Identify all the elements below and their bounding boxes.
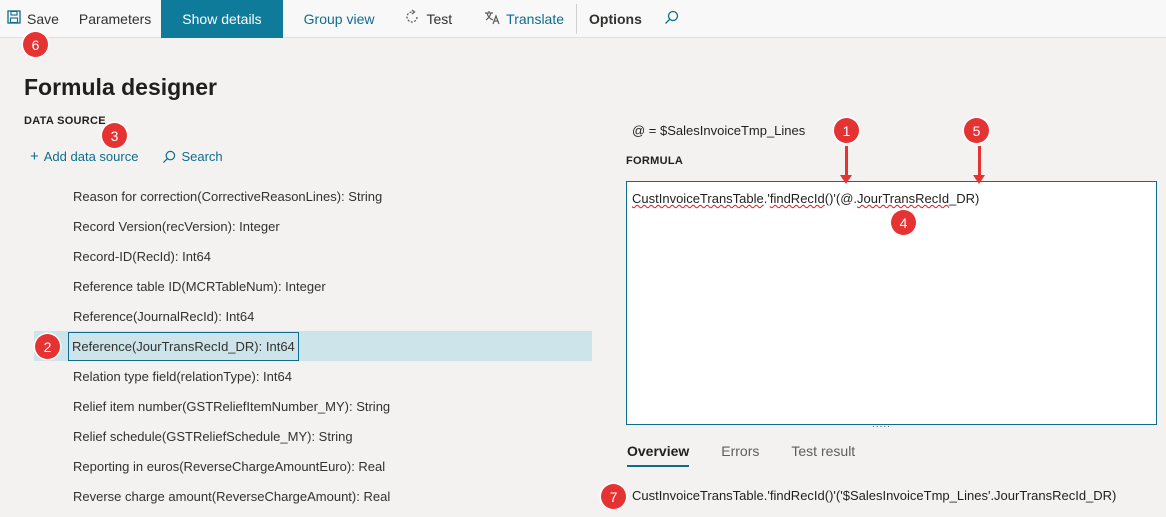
formula-context: @ = $SalesInvoiceTmp_Lines — [632, 123, 806, 138]
callout-marker: 4 — [891, 210, 916, 235]
test-button[interactable]: Test — [390, 0, 470, 38]
list-item[interactable]: Relief schedule(GSTReliefSchedule_MY): S… — [34, 421, 592, 451]
list-item-label: Reporting in euros(ReverseChargeAmountEu… — [73, 458, 386, 474]
formula-token: ()' — [824, 191, 836, 206]
formula-token: findRecId — [769, 191, 825, 206]
formula-token: CustInvoiceTransTable — [632, 191, 764, 206]
callout-marker: 7 — [601, 484, 626, 509]
data-source-search-button[interactable]: Search — [162, 148, 223, 165]
data-source-search-label: Search — [181, 149, 223, 164]
formula-header: FORMULA — [626, 155, 684, 167]
plus-icon: + — [30, 148, 39, 165]
overview-expression: CustInvoiceTransTable.'findRecId()'('$Sa… — [632, 488, 1117, 503]
list-item[interactable]: Record Version(recVersion): Integer — [34, 211, 592, 241]
list-item[interactable]: Reason for correction(CorrectiveReasonLi… — [34, 181, 592, 211]
callout-arrowhead — [840, 175, 852, 184]
formula-token: (@. — [835, 191, 858, 206]
data-source-header: DATA SOURCE — [24, 115, 106, 127]
refresh-icon — [404, 9, 420, 28]
options-button[interactable]: Options — [579, 0, 652, 38]
page-title: Formula designer — [24, 74, 217, 100]
list-item-label: Relation type field(relationType): Int64 — [73, 368, 292, 384]
callout-marker: 3 — [102, 123, 127, 148]
callout-marker: 6 — [23, 32, 48, 57]
list-item[interactable]: Reference table ID(MCRTableNum): Integer — [34, 271, 592, 301]
list-item-label: Record-ID(RecId): Int64 — [73, 248, 211, 264]
result-tabs: Overview Errors Test result — [627, 443, 855, 467]
translate-button[interactable]: Translate — [470, 0, 574, 38]
list-item[interactable]: Record-ID(RecId): Int64 — [34, 241, 592, 271]
parameters-label: Parameters — [78, 10, 152, 27]
callout-marker: 1 — [834, 118, 859, 143]
add-data-source-label: Add data source — [43, 149, 139, 164]
list-item-label: Record Version(recVersion): Integer — [73, 218, 280, 234]
callout-arrow — [978, 146, 981, 176]
test-label: Test — [426, 10, 453, 27]
list-item-label: Reference table ID(MCRTableNum): Integer — [73, 278, 326, 294]
show-details-button[interactable]: Show details — [161, 0, 283, 38]
callout-arrowhead — [973, 175, 985, 184]
add-data-source-button[interactable]: + Add data source — [30, 148, 138, 165]
callout-arrow — [845, 146, 848, 176]
formula-token: _DR) — [949, 191, 980, 206]
list-item[interactable]: Relief item number(GSTReliefItemNumber_M… — [34, 391, 592, 421]
list-item[interactable]: Reference(JournalRecId): Int64 — [34, 301, 592, 331]
list-item[interactable]: Relation type field(relationType): Int64 — [34, 361, 592, 391]
data-source-tree: Reason for correction(CorrectiveReasonLi… — [34, 181, 592, 511]
translate-icon — [484, 9, 500, 28]
save-icon — [7, 10, 21, 27]
parameters-button[interactable]: Parameters — [69, 0, 161, 38]
tab-overview[interactable]: Overview — [627, 443, 690, 467]
formula-token: JourTransRecId — [857, 191, 950, 206]
show-details-label: Show details — [182, 10, 262, 27]
list-item-label: Relief item number(GSTReliefItemNumber_M… — [73, 398, 391, 414]
list-item-label: Reference(JournalRecId): Int64 — [73, 308, 255, 324]
callout-marker: 5 — [964, 118, 989, 143]
list-item-label: Reason for correction(CorrectiveReasonLi… — [73, 188, 383, 204]
callout-marker: 2 — [35, 334, 60, 359]
group-view-label: Group view — [303, 10, 375, 27]
search-icon — [162, 150, 176, 164]
search-icon — [664, 10, 679, 28]
translate-label: Translate — [506, 10, 565, 27]
list-item-label: Reverse charge amount(ReverseChargeAmoun… — [73, 488, 391, 504]
action-pane: Save Parameters Show details Group view … — [0, 0, 1166, 38]
list-item-selected[interactable]: Reference(JourTransRecId_DR): Int64 — [34, 331, 592, 361]
list-item[interactable]: Reverse charge amount(ReverseChargeAmoun… — [34, 481, 592, 511]
options-label: Options — [589, 10, 642, 27]
group-view-button[interactable]: Group view — [283, 0, 391, 38]
list-item-label: Reference(JourTransRecId_DR): Int64 — [68, 331, 299, 361]
tab-test-result[interactable]: Test result — [791, 443, 855, 467]
list-item-label: Relief schedule(GSTReliefSchedule_MY): S… — [73, 428, 353, 444]
tab-errors[interactable]: Errors — [721, 443, 759, 467]
toolbar-divider — [576, 3, 578, 34]
list-item[interactable]: Reporting in euros(ReverseChargeAmountEu… — [34, 451, 592, 481]
save-label: Save — [27, 10, 59, 27]
toolbar-search-button[interactable] — [652, 0, 691, 38]
data-source-actions: + Add data source Search — [30, 148, 223, 165]
resize-grip[interactable]: ..... — [872, 419, 891, 430]
